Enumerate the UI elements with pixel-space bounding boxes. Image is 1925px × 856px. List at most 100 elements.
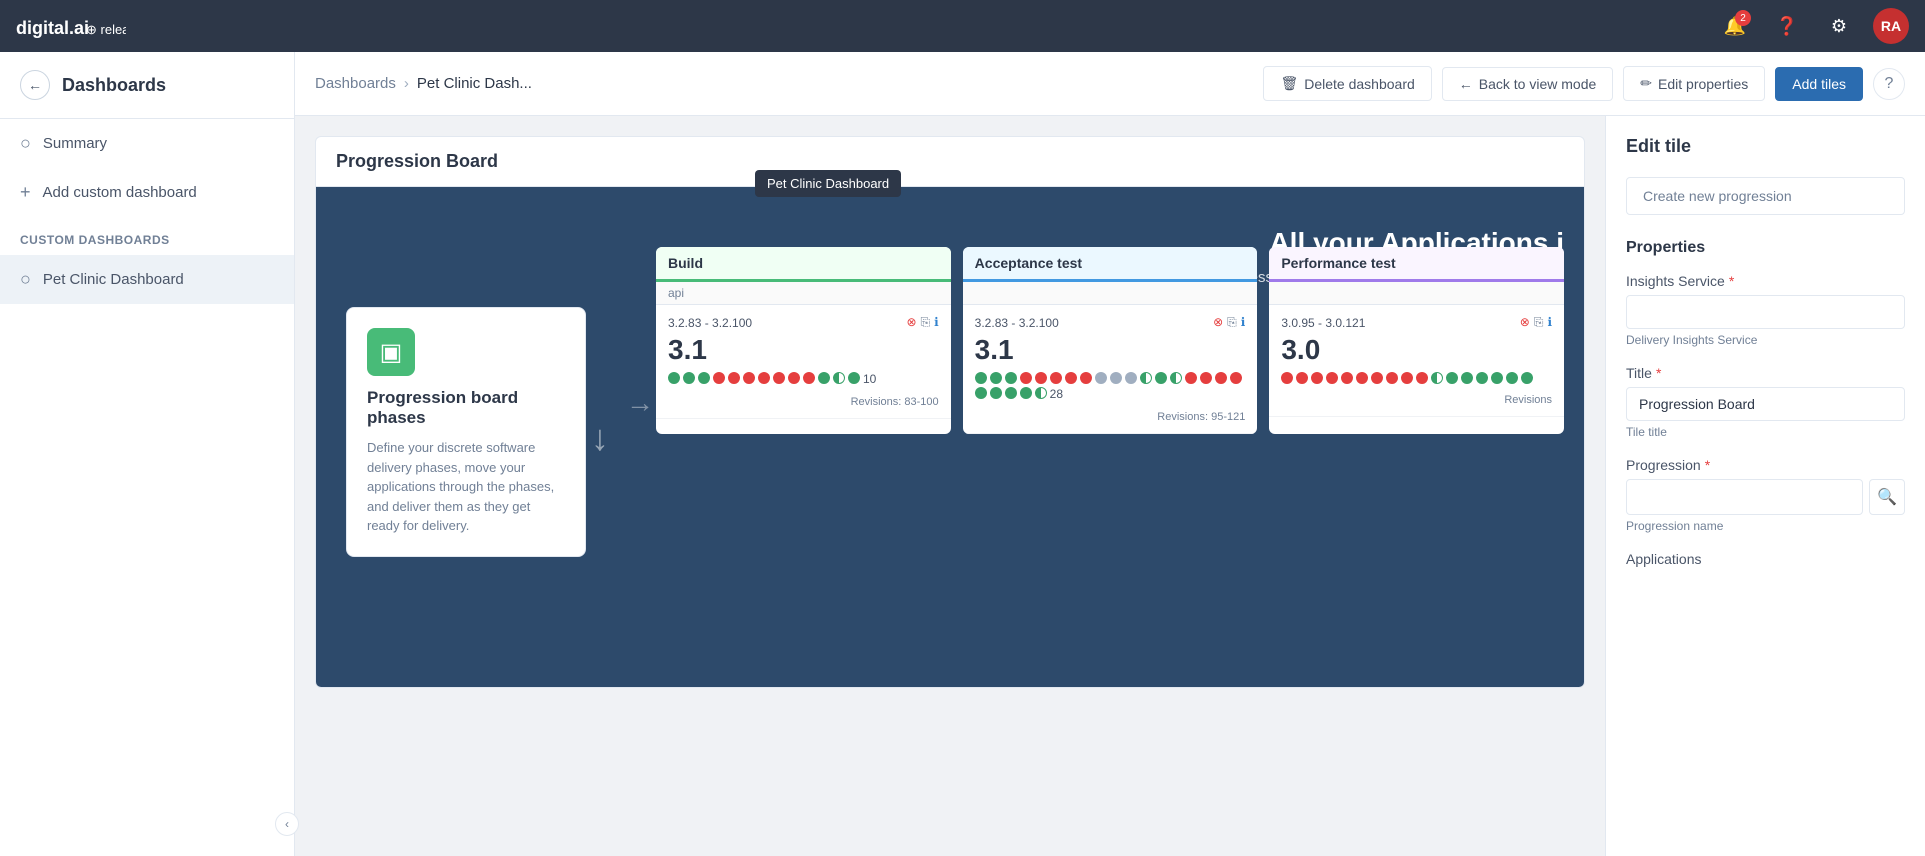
insights-service-field: Insights Service * Delivery Insights Ser…	[1626, 273, 1905, 347]
build-info-icon[interactable]: ℹ	[934, 315, 939, 330]
content-area: Progression Board All your Applications …	[295, 116, 1925, 856]
performance-dots	[1281, 372, 1552, 384]
dot	[1311, 372, 1323, 384]
acceptance-info-icon[interactable]: ℹ	[1241, 315, 1246, 330]
build-app-row: 3.2.83 - 3.2.100 ⊗ ⎘ ℹ 3.1	[656, 305, 951, 419]
panel-title: Edit tile	[1626, 136, 1905, 157]
dot	[975, 387, 987, 399]
acceptance-stop-icon[interactable]: ⊗	[1213, 315, 1223, 330]
svg-text:⊕ release: ⊕ release	[86, 22, 126, 37]
toolbar-help-button[interactable]: ?	[1873, 68, 1905, 100]
performance-copy-icon[interactable]: ⎘	[1534, 315, 1544, 330]
performance-app-row-top: 3.0.95 - 3.0.121 ⊗ ⎘ ℹ	[1281, 315, 1552, 330]
dot	[1296, 372, 1308, 384]
performance-stop-icon[interactable]: ⊗	[1520, 315, 1530, 330]
progression-field: Progression * 🔍 Progression name	[1626, 457, 1905, 533]
pipeline-columns: Build api 3.2.83 - 3.2.100 ⊗ ⎘	[656, 247, 1564, 434]
arrow-icon: ↓	[591, 417, 609, 459]
edit-properties-button[interactable]: ✏ Edit properties	[1623, 66, 1765, 101]
create-progression-button[interactable]: Create new progression	[1626, 177, 1905, 215]
build-label: Build	[668, 255, 703, 271]
dot	[1035, 387, 1047, 399]
dot	[1020, 372, 1032, 384]
build-app-number: 3.1	[668, 334, 939, 366]
dot	[1140, 372, 1152, 384]
phases-title: Progression board phases	[367, 388, 565, 428]
user-avatar[interactable]: RA	[1873, 8, 1909, 44]
dot	[833, 372, 845, 384]
notification-badge: 2	[1735, 10, 1751, 26]
sidebar-item-pet-clinic[interactable]: ○ Pet Clinic Dashboard	[0, 255, 294, 304]
board-card-header: Progression Board	[316, 137, 1584, 187]
pet-clinic-icon: ○	[20, 269, 31, 290]
progression-search-button[interactable]: 🔍	[1869, 479, 1905, 515]
edit-icon: ✏	[1640, 75, 1652, 92]
performance-row-icons: ⊗ ⎘ ℹ	[1520, 315, 1552, 330]
title-field: Title * Tile title	[1626, 365, 1905, 439]
build-revisions: Revisions: 83-100	[668, 390, 939, 408]
back-to-view-label: Back to view mode	[1479, 76, 1597, 92]
breadcrumb: Dashboards › Pet Clinic Dash...	[315, 75, 1247, 92]
breadcrumb-root[interactable]: Dashboards	[315, 75, 396, 92]
sidebar-back-button[interactable]: ←	[20, 70, 50, 100]
dot	[1020, 387, 1032, 399]
dot	[1416, 372, 1428, 384]
right-panel: Edit tile Create new progression Propert…	[1605, 116, 1925, 856]
pipeline-col-performance: Performance test 3.0.95 - 3.0.121 ⊗ ⎘	[1269, 247, 1564, 434]
dot	[1386, 372, 1398, 384]
toolbar: Dashboards › Pet Clinic Dash... 🗑 Delete…	[295, 52, 1925, 116]
logo: digital.ai ⊕ release	[16, 12, 1705, 40]
sidebar-item-add-custom[interactable]: + Add custom dashboard	[0, 168, 294, 217]
dot	[1095, 372, 1107, 384]
dot	[1401, 372, 1413, 384]
dot	[1185, 372, 1197, 384]
dot	[1341, 372, 1353, 384]
summary-icon: ○	[20, 133, 31, 154]
acceptance-copy-icon[interactable]: ⎘	[1227, 315, 1237, 330]
dot	[698, 372, 710, 384]
help-button[interactable]: ❓	[1769, 8, 1805, 44]
dot	[1431, 372, 1443, 384]
progression-hint: Progression name	[1626, 519, 1905, 533]
breadcrumb-separator: ›	[404, 75, 409, 92]
pipeline-col-acceptance: Acceptance test 3.2.83 - 3.2.100 ⊗ ⎘	[963, 247, 1258, 434]
logo-svg: digital.ai ⊕ release	[16, 12, 126, 40]
notifications-button[interactable]: 🔔 2	[1717, 8, 1753, 44]
sidebar-item-label-add: Add custom dashboard	[43, 184, 197, 201]
progression-label: Progression *	[1626, 457, 1905, 473]
dot	[683, 372, 695, 384]
build-dots: 10	[668, 372, 939, 386]
dot	[848, 372, 860, 384]
breadcrumb-current[interactable]: Pet Clinic Dash...	[417, 75, 532, 92]
performance-label: Performance test	[1281, 255, 1395, 271]
dot	[1281, 372, 1293, 384]
delete-dashboard-button[interactable]: 🗑 Delete dashboard	[1263, 66, 1431, 101]
build-copy-icon[interactable]: ⎘	[921, 315, 931, 330]
insights-service-label: Insights Service *	[1626, 273, 1905, 289]
build-version: 3.2.83 - 3.2.100	[668, 316, 752, 330]
dot	[1155, 372, 1167, 384]
title-input[interactable]	[1626, 387, 1905, 421]
performance-revisions: Revisions	[1281, 388, 1552, 406]
sidebar-collapse-button[interactable]: ‹	[275, 812, 299, 836]
dot	[1521, 372, 1533, 384]
performance-info-icon[interactable]: ℹ	[1547, 315, 1552, 330]
progression-input[interactable]	[1626, 479, 1863, 515]
build-stop-icon[interactable]: ⊗	[906, 315, 916, 330]
title-required-star: *	[1656, 365, 1661, 381]
dot	[713, 372, 725, 384]
sidebar-item-summary[interactable]: ○ Summary	[0, 119, 294, 168]
dot	[1200, 372, 1212, 384]
insights-service-input[interactable]	[1626, 295, 1905, 329]
dot	[1356, 372, 1368, 384]
add-tiles-button[interactable]: Add tiles	[1775, 67, 1863, 101]
build-row-icons: ⊗ ⎘ ℹ	[906, 315, 938, 330]
dot	[1005, 372, 1017, 384]
settings-button[interactable]: ⚙	[1821, 8, 1857, 44]
main-content: Dashboards › Pet Clinic Dash... 🗑 Delete…	[295, 52, 1925, 856]
back-to-view-button[interactable]: ← Back to view mode	[1442, 67, 1614, 101]
delete-dashboard-label: Delete dashboard	[1304, 76, 1415, 92]
dot	[1065, 372, 1077, 384]
dot	[758, 372, 770, 384]
dot	[1215, 372, 1227, 384]
